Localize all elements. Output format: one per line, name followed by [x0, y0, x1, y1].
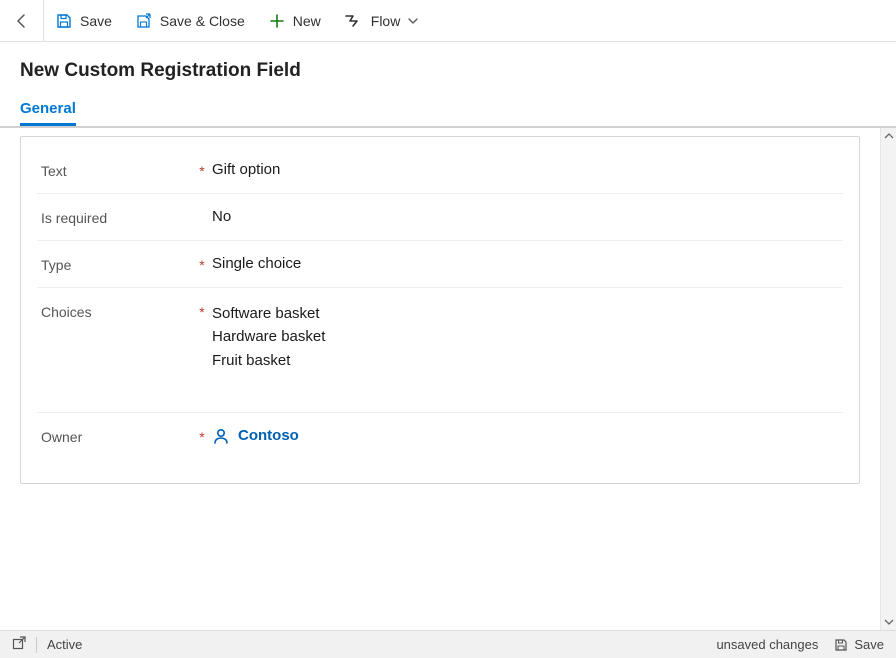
title-area: New Custom Registration Field General [0, 42, 896, 126]
save-close-label: Save & Close [160, 13, 245, 29]
chevron-down-icon [408, 16, 418, 26]
field-choices[interactable]: Choices * Software basket Hardware baske… [37, 288, 843, 413]
required-indicator: * [192, 427, 212, 445]
form-scroll[interactable]: Text * Gift option Is required No Type *… [0, 128, 880, 630]
field-is-required[interactable]: Is required No [37, 194, 843, 241]
field-value[interactable]: Software basket Hardware basket Fruit ba… [212, 302, 843, 372]
back-button[interactable] [0, 0, 44, 42]
owner-name: Contoso [238, 427, 299, 444]
statusbar-save-button[interactable]: Save [834, 637, 884, 652]
popout-icon[interactable] [12, 636, 26, 653]
field-value[interactable]: Single choice [212, 255, 843, 272]
flow-button[interactable]: Flow [333, 0, 431, 42]
save-close-button[interactable]: Save & Close [124, 0, 257, 42]
person-icon [212, 427, 230, 445]
field-value[interactable]: No [212, 208, 843, 225]
required-indicator [192, 208, 212, 210]
new-button[interactable]: New [257, 0, 333, 42]
unsaved-indicator: unsaved changes [716, 637, 818, 652]
owner-lookup[interactable]: Contoso [212, 427, 843, 445]
tab-bar: General [20, 100, 876, 126]
save-close-icon [136, 13, 152, 29]
field-type[interactable]: Type * Single choice [37, 241, 843, 288]
record-state: Active [47, 637, 82, 652]
field-owner[interactable]: Owner * Contoso [37, 413, 843, 459]
separator [36, 637, 37, 653]
field-value[interactable]: Contoso [212, 427, 843, 445]
save-button[interactable]: Save [44, 0, 124, 42]
vertical-scrollbar[interactable] [880, 128, 896, 630]
field-label: Is required [37, 208, 192, 226]
flow-icon [345, 14, 363, 28]
command-bar: Save Save & Close New Flow [0, 0, 896, 42]
choice-item: Fruit basket [212, 349, 843, 372]
plus-icon [269, 13, 285, 29]
required-indicator: * [192, 302, 212, 320]
flow-label: Flow [371, 13, 401, 29]
scroll-up-button[interactable] [881, 128, 896, 144]
choice-item: Hardware basket [212, 325, 843, 348]
statusbar-save-label: Save [854, 637, 884, 652]
save-icon [56, 13, 72, 29]
choice-item: Software basket [212, 302, 843, 325]
field-value[interactable]: Gift option [212, 161, 843, 178]
field-label: Type [37, 255, 192, 273]
field-label: Text [37, 161, 192, 179]
field-label: Choices [37, 302, 192, 320]
page-title: New Custom Registration Field [20, 60, 876, 82]
field-label: Owner [37, 427, 192, 445]
new-label: New [293, 13, 321, 29]
required-indicator: * [192, 161, 212, 179]
main-area: Text * Gift option Is required No Type *… [0, 126, 896, 630]
required-indicator: * [192, 255, 212, 273]
save-icon [834, 638, 848, 652]
status-bar: Active unsaved changes Save [0, 630, 896, 658]
field-text[interactable]: Text * Gift option [37, 147, 843, 194]
scroll-down-button[interactable] [881, 614, 896, 630]
tab-general[interactable]: General [20, 100, 76, 126]
back-arrow-icon [14, 13, 30, 29]
form-card: Text * Gift option Is required No Type *… [20, 136, 860, 484]
save-label: Save [80, 13, 112, 29]
